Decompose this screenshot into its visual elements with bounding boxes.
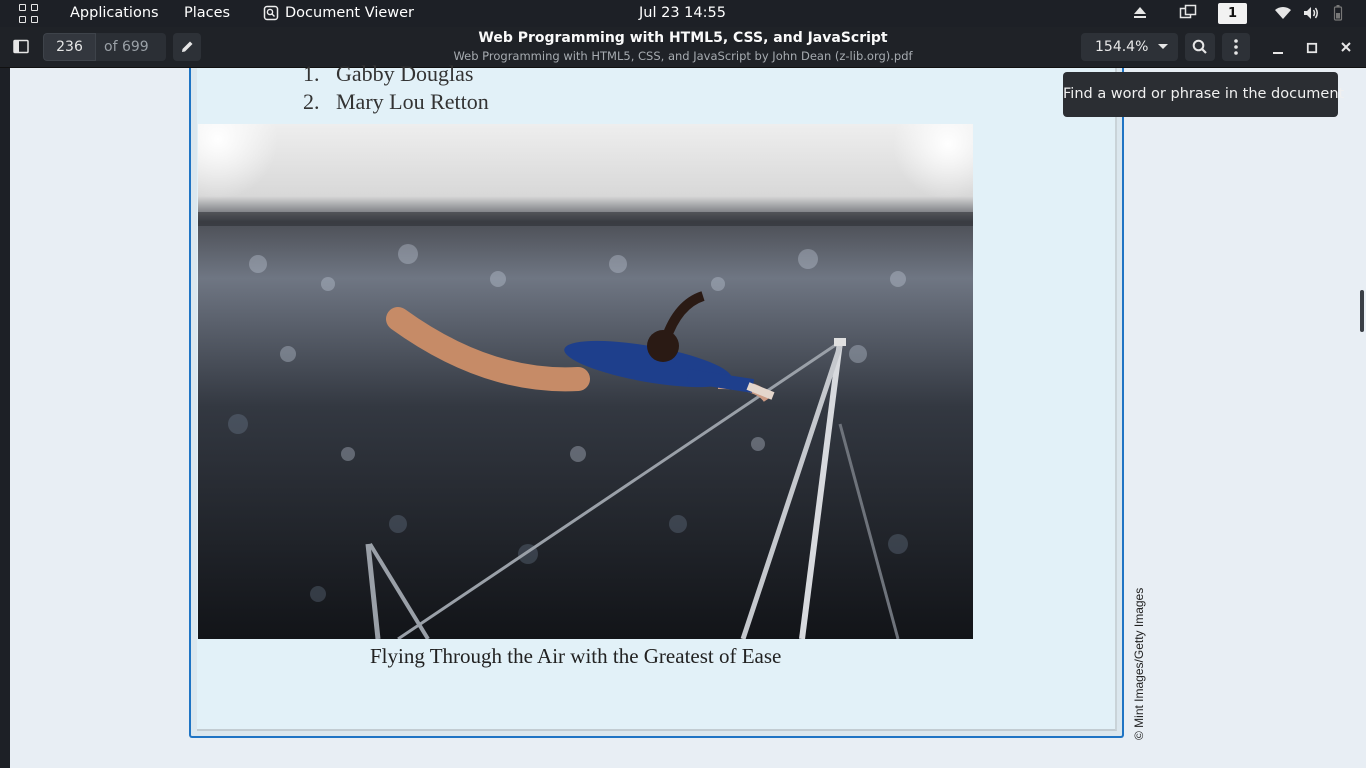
list-item-number: 1. — [303, 61, 320, 86]
battery-icon[interactable] — [1333, 4, 1343, 23]
wifi-icon[interactable] — [1274, 4, 1292, 23]
close-button[interactable] — [1336, 33, 1356, 61]
search-button[interactable] — [1185, 33, 1215, 61]
minimize-button[interactable] — [1268, 33, 1288, 61]
app-name[interactable]: Document Viewer — [285, 5, 414, 22]
maximize-button[interactable] — [1302, 33, 1322, 61]
search-icon — [1192, 39, 1207, 54]
top-panel: Applications Places Document Viewer Jul … — [0, 0, 1366, 27]
header-bar: 236 of 699 Web Programming with HTML5, C… — [0, 27, 1366, 68]
close-icon — [1341, 42, 1351, 52]
list-item-text: Gabby Douglas — [336, 61, 474, 86]
volume-icon[interactable] — [1302, 4, 1320, 23]
workspace-indicator[interactable]: 1 — [1218, 3, 1247, 24]
chevron-down-icon — [1158, 44, 1168, 49]
photo-caption: Flying Through the Air with the Greatest… — [370, 644, 782, 668]
clock[interactable]: Jul 23 14:55 — [639, 5, 726, 22]
left-edge — [0, 68, 10, 768]
main-menu-button[interactable] — [1222, 33, 1250, 61]
document-viewer-icon — [263, 5, 279, 21]
gymnast-photo — [198, 124, 973, 639]
places-menu[interactable]: Places — [184, 5, 230, 22]
list-item-text: Mary Lou Retton — [336, 89, 489, 114]
search-tooltip: Find a word or phrase in the document — [1063, 72, 1344, 117]
zoom-selector[interactable]: 154.4% — [1081, 33, 1178, 61]
zoom-level: 154.4% — [1095, 39, 1149, 55]
eject-icon[interactable] — [1132, 4, 1148, 23]
vertical-scrollbar[interactable] — [1360, 290, 1364, 332]
apps-grid-icon[interactable] — [19, 4, 39, 24]
photo-credit: © Mint Images/Getty Images — [1132, 587, 1146, 740]
minimize-icon — [1273, 52, 1283, 54]
applications-menu[interactable]: Applications — [70, 5, 159, 22]
window-switcher-icon[interactable] — [1179, 4, 1197, 23]
maximize-icon — [1306, 42, 1318, 54]
kebab-menu-icon — [1234, 39, 1238, 55]
list-item-number: 2. — [303, 89, 320, 114]
